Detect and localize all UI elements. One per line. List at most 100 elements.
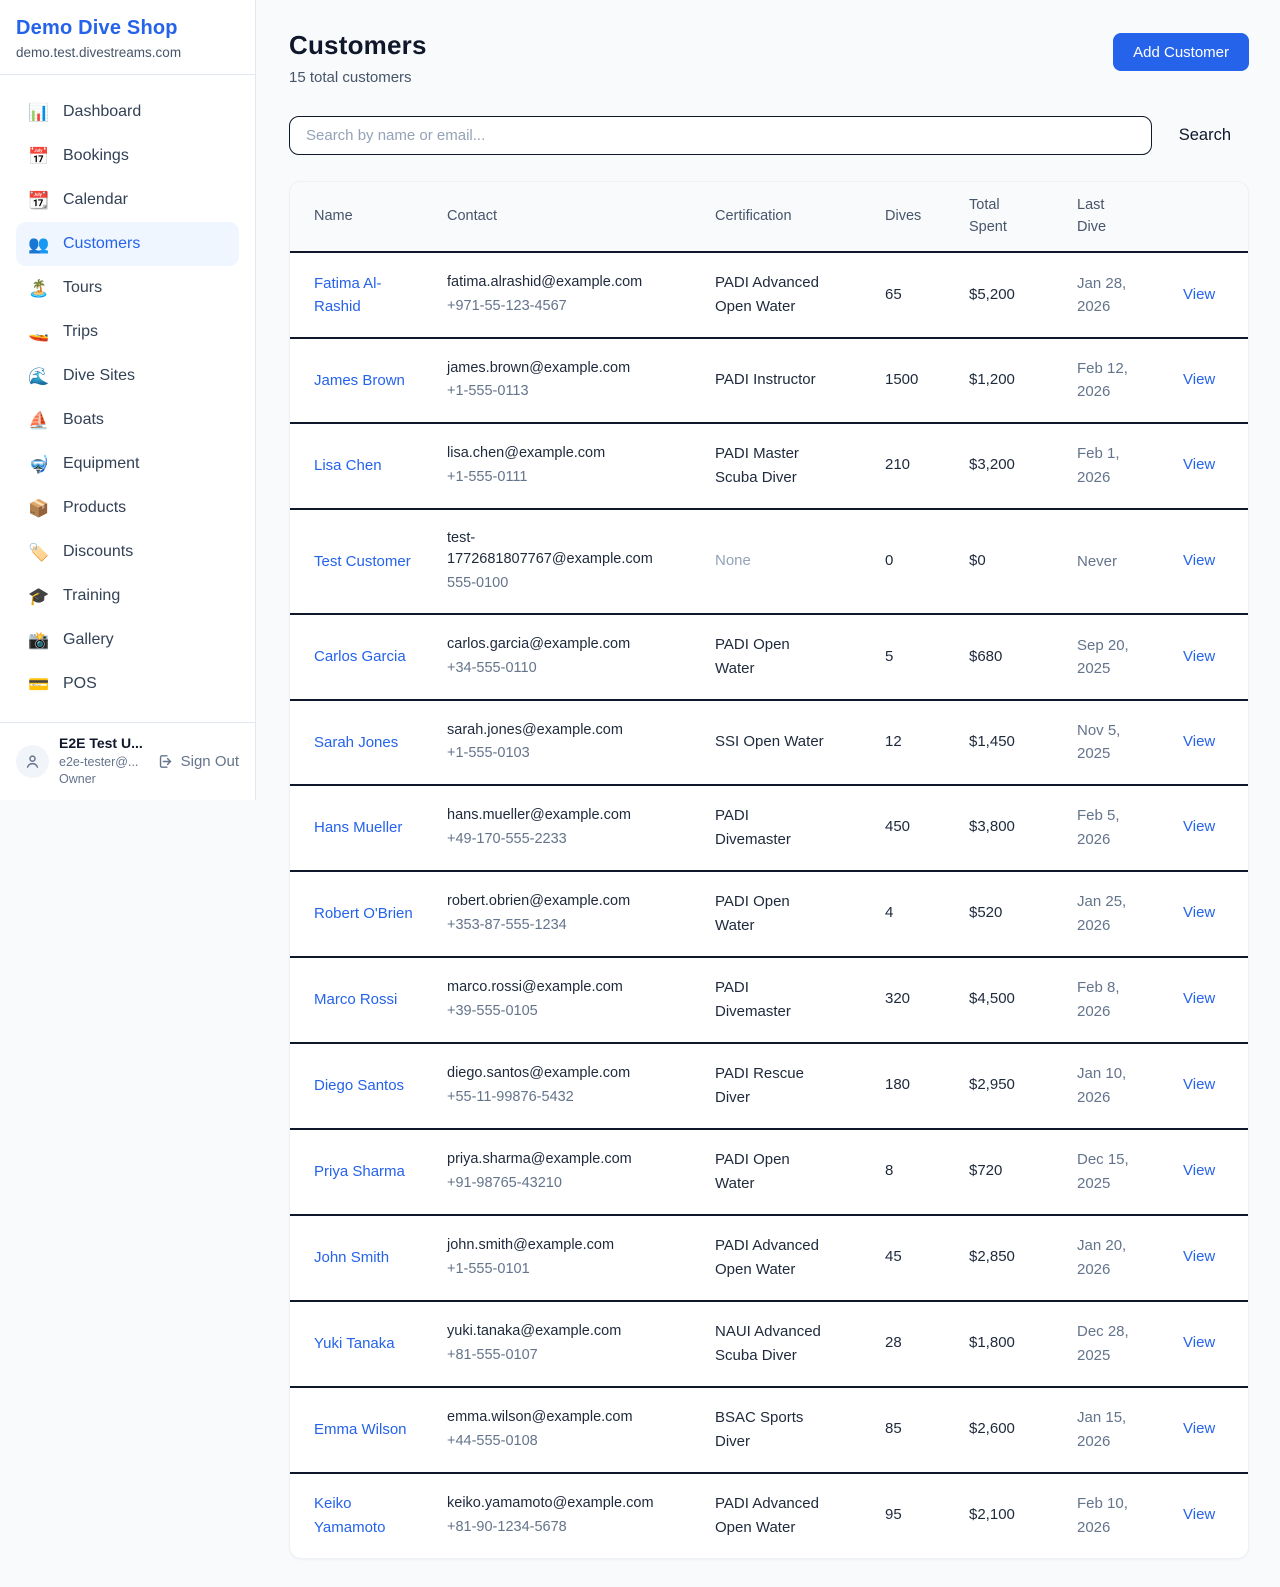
sidebar-item-products[interactable]: 📦Products (16, 486, 239, 530)
view-customer-link[interactable]: View (1183, 733, 1215, 750)
search-button[interactable]: Search (1179, 126, 1231, 145)
view-customer-link[interactable]: View (1183, 552, 1215, 569)
sidebar-item-gallery[interactable]: 📸Gallery (16, 618, 239, 662)
customer-name-link[interactable]: Emma Wilson (314, 1418, 407, 1441)
sidebar-item-boats[interactable]: ⛵Boats (16, 398, 239, 442)
last-dive-value: Feb 10, 2026 (1077, 1492, 1137, 1539)
sidebar-item-label: Discounts (63, 543, 133, 561)
customers-icon: 👥 (28, 236, 50, 253)
sign-out-button[interactable]: Sign Out (157, 753, 241, 770)
customer-name-link[interactable]: Fatima Al-Rashid (314, 272, 423, 319)
customer-name-link[interactable]: Yuki Tanaka (314, 1332, 395, 1355)
last-dive-cell: Feb 8, 2026 (1065, 957, 1171, 1043)
certification-value: PADI Advanced Open Water (715, 1234, 827, 1282)
dives-value: 28 (885, 1334, 902, 1351)
certification-value: PADI Open Water (715, 1148, 827, 1196)
certification-value: NAUI Advanced Scuba Diver (715, 1320, 827, 1368)
sidebar-item-trips[interactable]: 🚤Trips (16, 310, 239, 354)
last-dive-cell: Feb 5, 2026 (1065, 785, 1171, 871)
last-dive-cell: Feb 10, 2026 (1065, 1473, 1171, 1558)
customer-name-link[interactable]: Priya Sharma (314, 1160, 405, 1183)
view-customer-link[interactable]: View (1183, 1076, 1215, 1093)
customer-email: yuki.tanaka@example.com (447, 1321, 665, 1343)
customer-email: james.brown@example.com (447, 358, 665, 380)
sidebar-item-label: Dive Sites (63, 367, 135, 385)
customer-name-link[interactable]: Test Customer (314, 550, 411, 573)
shop-domain: demo.test.divestreams.com (16, 45, 239, 60)
customer-name-link[interactable]: Marco Rossi (314, 988, 397, 1011)
dive-sites-icon: 🌊 (28, 368, 50, 385)
view-customer-link[interactable]: View (1183, 1162, 1215, 1179)
view-customer-link[interactable]: View (1183, 1248, 1215, 1265)
customer-name-link[interactable]: Keiko Yamamoto (314, 1492, 423, 1539)
name-cell: Keiko Yamamoto (290, 1473, 435, 1558)
sidebar-item-dive-sites[interactable]: 🌊 Dive Sites (16, 354, 239, 398)
certification-value: PADI Rescue Diver (715, 1062, 827, 1110)
actions-cell: View (1171, 614, 1249, 700)
customer-name-link[interactable]: John Smith (314, 1246, 389, 1269)
total-spent-cell: $4,500 (957, 957, 1065, 1043)
customer-phone: +353-87-555-1234 (447, 915, 691, 937)
actions-cell: View (1171, 957, 1249, 1043)
dives-value: 95 (885, 1506, 902, 1523)
sidebar-item-equipment[interactable]: 🤿Equipment (16, 442, 239, 486)
sidebar-item-dashboard[interactable]: 📊Dashboard (16, 90, 239, 134)
view-customer-link[interactable]: View (1183, 286, 1215, 303)
customer-name-link[interactable]: Carlos Garcia (314, 645, 406, 668)
customer-phone: +91-98765-43210 (447, 1173, 691, 1195)
sidebar-item-label: Bookings (63, 147, 129, 165)
customer-name-link[interactable]: Robert O'Brien (314, 902, 413, 925)
contact-cell: lisa.chen@example.com+1-555-0111 (435, 423, 703, 509)
sidebar-item-pos[interactable]: 💳POS (16, 662, 239, 706)
sidebar-item-discounts[interactable]: 🏷️Discounts (16, 530, 239, 574)
contact-cell: priya.sharma@example.com+91-98765-43210 (435, 1129, 703, 1215)
customer-phone: +971-55-123-4567 (447, 296, 691, 318)
table-row: Robert O'Brienrobert.obrien@example.com+… (290, 871, 1249, 957)
view-customer-link[interactable]: View (1183, 1420, 1215, 1437)
customer-count: 15 total customers (289, 69, 427, 86)
sidebar-item-training[interactable]: 🎓Training (16, 574, 239, 618)
total-spent-value: $520 (969, 904, 1002, 921)
search-input[interactable] (289, 116, 1152, 155)
table-row: Sarah Jonessarah.jones@example.com+1-555… (290, 700, 1249, 785)
table-row: Yuki Tanakayuki.tanaka@example.com+81-55… (290, 1301, 1249, 1387)
sidebar-item-bookings[interactable]: 📅Bookings (16, 134, 239, 178)
view-customer-link[interactable]: View (1183, 648, 1215, 665)
certification-value: SSI Open Water (715, 730, 824, 754)
view-customer-link[interactable]: View (1183, 990, 1215, 1007)
dives-cell: 1500 (873, 338, 957, 423)
view-customer-link[interactable]: View (1183, 1506, 1215, 1523)
view-customer-link[interactable]: View (1183, 818, 1215, 835)
customer-name-link[interactable]: Diego Santos (314, 1074, 404, 1097)
table-row: Priya Sharma priya.sharma@example.com+91-… (290, 1129, 1249, 1215)
add-customer-button[interactable]: Add Customer (1113, 33, 1249, 71)
sidebar-item-customers[interactable]: 👥Customers (16, 222, 239, 266)
customer-name-link[interactable]: Hans Mueller (314, 816, 402, 839)
certification-cell: PADI Advanced Open Water (703, 1473, 873, 1558)
total-spent-cell: $0 (957, 509, 1065, 614)
total-spent-value: $1,450 (969, 733, 1015, 750)
customer-name-link[interactable]: James Brown (314, 369, 405, 392)
sidebar-item-calendar[interactable]: 📆Calendar (16, 178, 239, 222)
customer-name-link[interactable]: Lisa Chen (314, 454, 382, 477)
table-row: Hans Muellerhans.mueller@example.com+49-… (290, 785, 1249, 871)
name-cell: Diego Santos (290, 1043, 435, 1129)
view-customer-link[interactable]: View (1183, 371, 1215, 388)
sidebar-item-tours[interactable]: 🏝️Tours (16, 266, 239, 310)
name-cell: Lisa Chen (290, 423, 435, 509)
dives-value: 210 (885, 456, 910, 473)
customer-email: john.smith@example.com (447, 1235, 665, 1257)
view-customer-link[interactable]: View (1183, 456, 1215, 473)
table-row: James Brownjames.brown@example.com+1-555… (290, 338, 1249, 423)
customer-phone: +1-555-0101 (447, 1259, 691, 1281)
customer-name-link[interactable]: Sarah Jones (314, 731, 398, 754)
certification-value: BSAC Sports Diver (715, 1406, 827, 1454)
last-dive-value: Dec 15, 2025 (1077, 1148, 1137, 1195)
customer-phone: +34-555-0110 (447, 658, 691, 680)
actions-cell: View (1171, 1129, 1249, 1215)
table-row: Test Customertest-1772681807767@example.… (290, 509, 1249, 614)
view-customer-link[interactable]: View (1183, 904, 1215, 921)
total-spent-cell: $1,800 (957, 1301, 1065, 1387)
view-customer-link[interactable]: View (1183, 1334, 1215, 1351)
total-spent-value: $3,200 (969, 456, 1015, 473)
